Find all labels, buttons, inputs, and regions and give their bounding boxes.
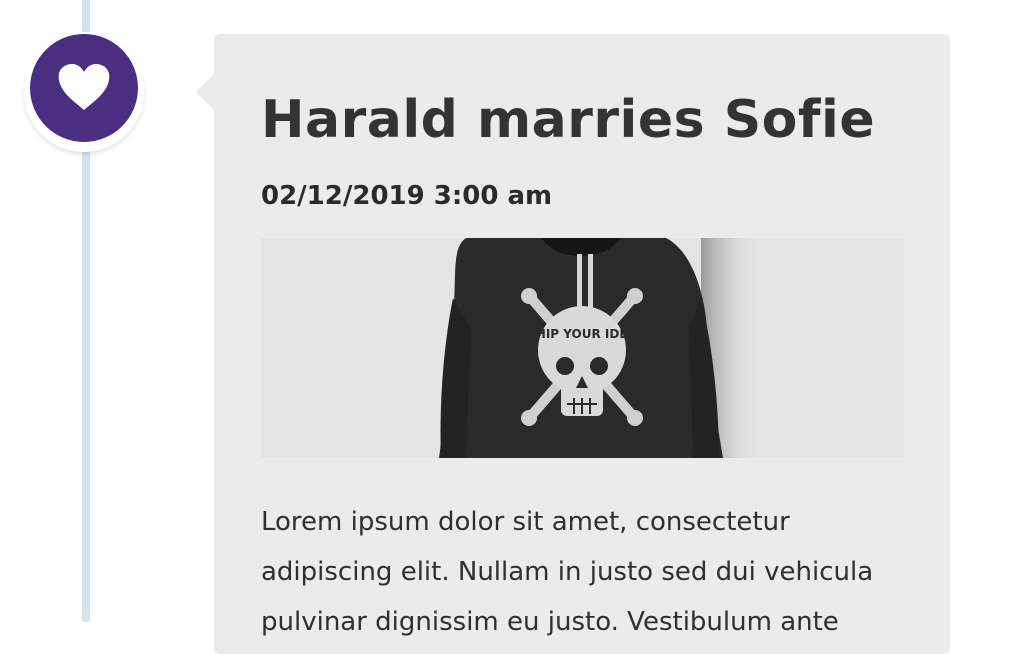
- card-pointer-arrow: [196, 74, 214, 110]
- hoodie-illustration: SHIP YOUR IDEA: [261, 238, 904, 458]
- timeline-entry-card: Harald marries Sofie 02/12/2019 3:00 am: [196, 34, 950, 654]
- timeline-marker: [24, 32, 144, 152]
- heart-icon: [58, 64, 110, 110]
- entry-image: SHIP YOUR IDEA: [261, 238, 904, 458]
- entry-body-text: Lorem ipsum dolor sit amet, consectetur …: [261, 507, 874, 637]
- timeline-marker-circle: [30, 34, 138, 142]
- entry-date: 02/12/2019 3:00 am: [261, 181, 553, 211]
- hoodie-print-text: SHIP YOUR IDEA: [527, 327, 637, 341]
- entry-title: Harald marries Sofie: [261, 90, 876, 150]
